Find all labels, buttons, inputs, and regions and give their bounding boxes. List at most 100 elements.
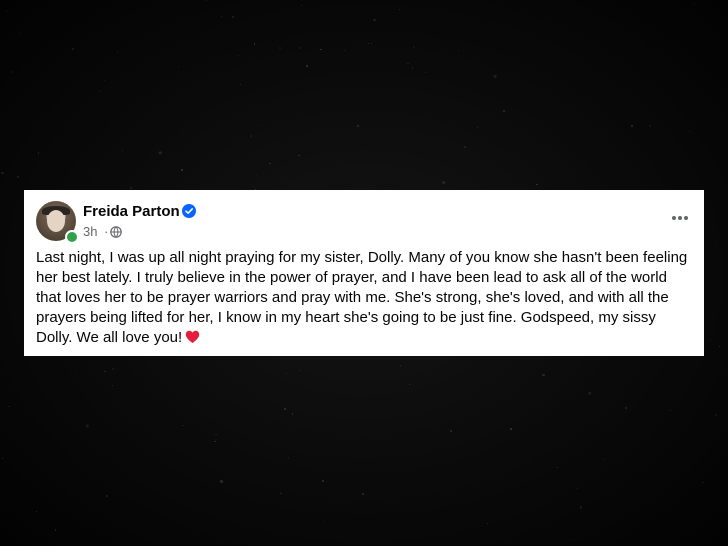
background-speck <box>694 3 696 5</box>
background-speck <box>556 466 558 469</box>
background-speck <box>536 183 538 186</box>
background-speck <box>269 162 271 165</box>
background-speck <box>104 80 106 81</box>
background-speck <box>373 19 376 22</box>
author-name[interactable]: Freida Parton <box>83 203 180 220</box>
background-speck <box>291 412 294 415</box>
background-speck <box>182 425 184 427</box>
background-speck <box>254 43 256 45</box>
background-speck <box>320 48 322 51</box>
background-speck <box>76 373 78 376</box>
background-speck <box>54 529 57 531</box>
background-speck <box>278 47 281 50</box>
background-speck <box>624 406 627 409</box>
background-speck <box>72 48 74 50</box>
background-speck <box>106 495 109 497</box>
background-speck <box>714 413 717 416</box>
background-speck <box>239 83 242 86</box>
background-speck <box>503 109 506 112</box>
background-speck <box>232 15 235 18</box>
background-speck <box>181 131 184 134</box>
background-speck <box>299 46 302 49</box>
post-timestamp[interactable]: 3h <box>83 224 97 239</box>
background-speck <box>112 384 113 386</box>
background-speck <box>322 480 324 482</box>
background-speck <box>298 154 300 157</box>
background-speck <box>579 506 583 509</box>
meta-separator: · <box>104 224 109 239</box>
background-speck <box>542 373 545 376</box>
heart-icon <box>185 330 200 344</box>
background-speck <box>710 338 711 340</box>
more-dot <box>678 216 682 220</box>
background-speck <box>9 406 11 407</box>
background-speck <box>36 510 38 512</box>
background-speck <box>256 174 258 176</box>
background-speck <box>117 51 118 53</box>
background-speck <box>370 42 372 44</box>
background-speck <box>442 181 445 184</box>
background-speck <box>220 480 223 483</box>
background-speck <box>129 187 132 190</box>
background-speck <box>412 46 415 49</box>
background-speck <box>457 49 459 51</box>
background-speck <box>367 42 370 45</box>
background-speck <box>407 62 409 65</box>
background-speck <box>399 365 401 367</box>
background-speck <box>285 373 287 375</box>
more-dot <box>672 216 676 220</box>
globe-icon[interactable] <box>110 226 122 238</box>
background-speck <box>238 55 240 57</box>
background-speck <box>631 125 634 127</box>
background-speck <box>648 124 651 127</box>
background-speck <box>214 433 217 436</box>
background-speck <box>19 32 22 35</box>
background-speck <box>603 458 605 461</box>
online-status-icon <box>65 230 79 244</box>
background-speck <box>206 0 208 2</box>
background-speck <box>322 519 324 521</box>
background-speck <box>357 125 360 127</box>
author-avatar[interactable] <box>36 201 79 244</box>
background-speck <box>508 416 511 418</box>
background-speck <box>702 481 704 484</box>
background-speck <box>10 70 13 73</box>
background-speck <box>2 457 4 459</box>
background-speck <box>181 169 183 171</box>
post-body: Last night, I was up all night praying f… <box>36 248 696 348</box>
background-speck <box>27 44 29 46</box>
background-speck <box>464 145 466 148</box>
background-speck <box>284 408 286 411</box>
background-speck <box>409 384 410 385</box>
background-speck <box>571 539 573 540</box>
background-speck <box>306 65 308 67</box>
verified-badge-icon <box>182 204 196 218</box>
avatar-face-shape <box>47 210 65 232</box>
background-speck <box>528 462 530 464</box>
background-speck <box>301 4 303 7</box>
background-speck <box>37 152 40 154</box>
background-speck <box>486 522 489 525</box>
background-speck <box>715 242 717 244</box>
background-speck <box>362 493 364 495</box>
background-speck <box>99 89 102 92</box>
background-speck <box>669 410 671 412</box>
facebook-post-card: Freida Parton 3h · Last night, I was up … <box>24 190 704 356</box>
background-speck <box>401 489 404 492</box>
background-speck <box>287 457 290 460</box>
background-speck <box>724 7 727 9</box>
background-speck <box>575 487 577 489</box>
background-speck <box>684 48 687 51</box>
background-speck <box>477 126 479 128</box>
background-speck <box>1 171 4 175</box>
more-options-icon[interactable] <box>668 210 692 226</box>
background-speck <box>510 428 512 430</box>
background-speck <box>5 9 8 12</box>
background-speck <box>214 440 217 443</box>
background-speck <box>425 71 427 73</box>
background-speck <box>688 130 690 132</box>
background-speck <box>411 67 414 69</box>
background-speck <box>250 134 253 138</box>
background-speck <box>449 429 452 433</box>
background-speck <box>104 370 106 373</box>
